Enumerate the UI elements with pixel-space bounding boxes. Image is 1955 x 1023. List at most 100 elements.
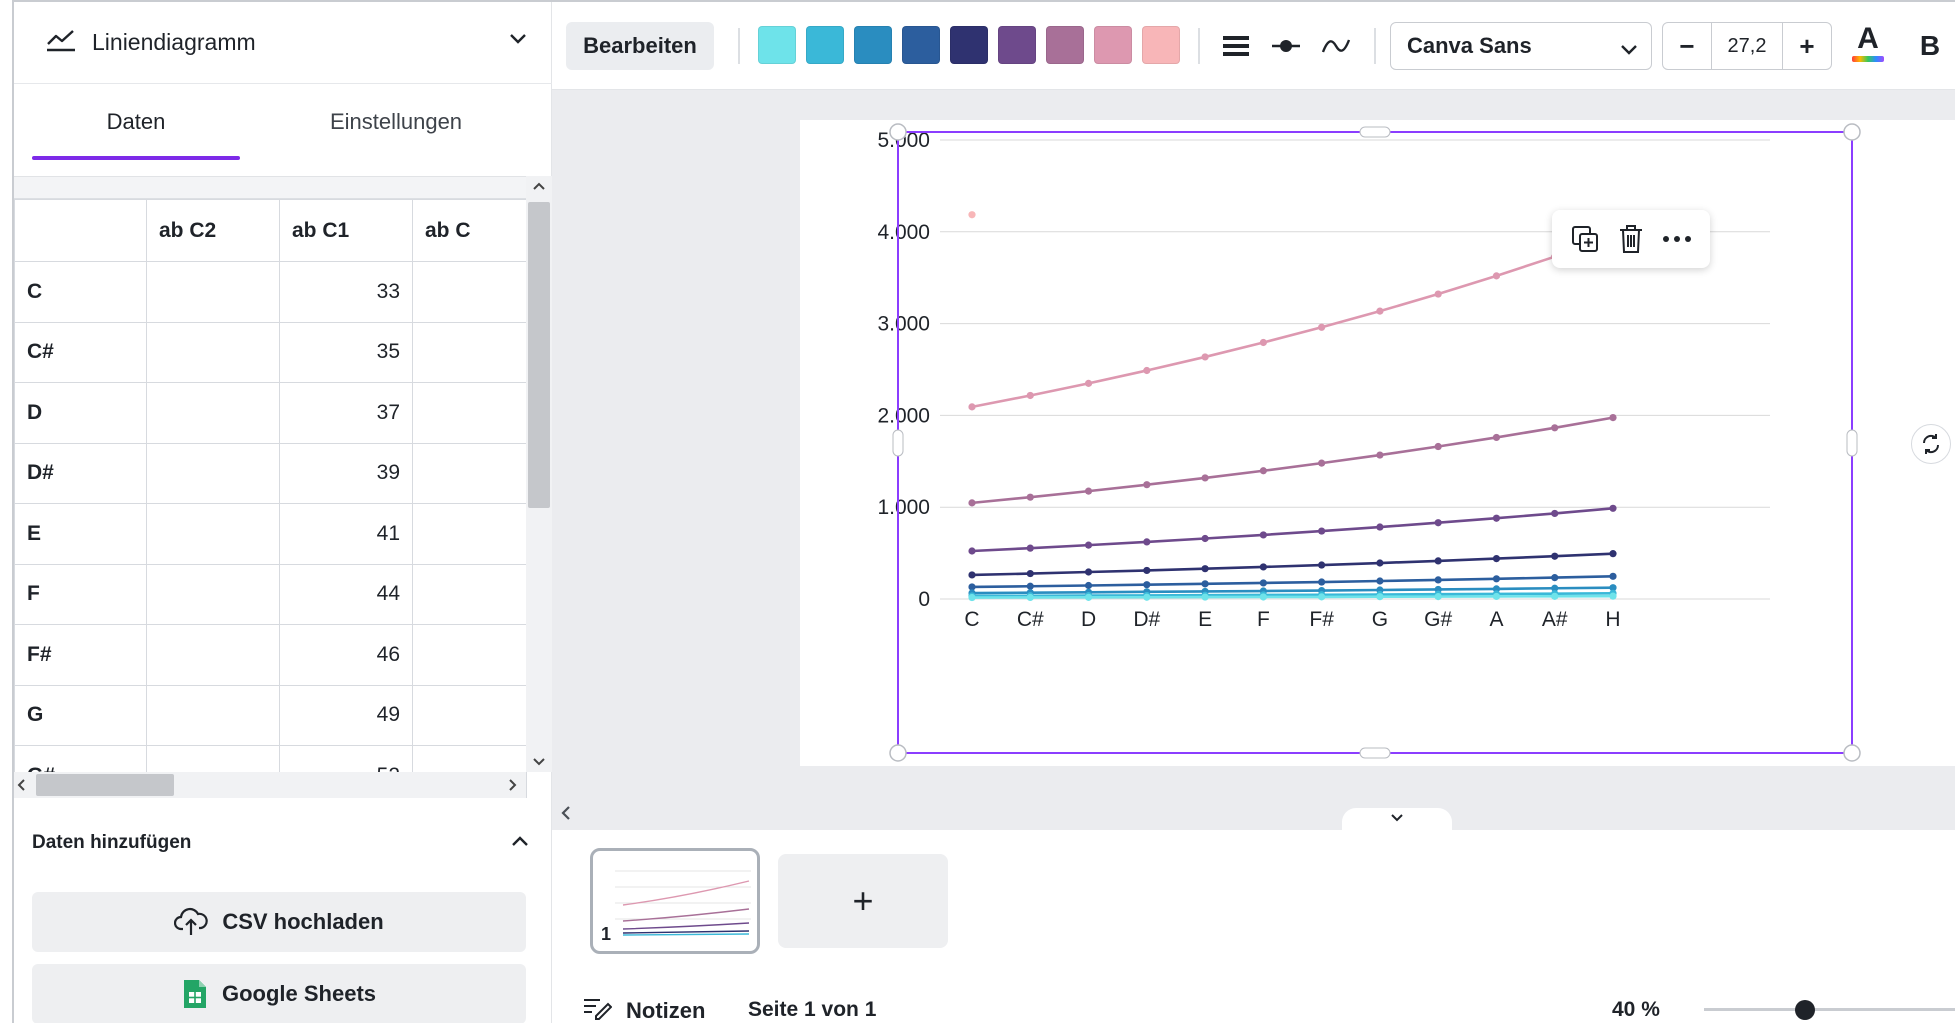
chevron-up-icon[interactable]: [532, 178, 546, 194]
table-cell[interactable]: [412, 563, 527, 625]
table-cell[interactable]: [146, 321, 280, 383]
table-cell[interactable]: [412, 624, 527, 686]
horizontal-scroll-thumb[interactable]: [36, 774, 174, 796]
table-cell[interactable]: [146, 503, 280, 565]
data-point: [1551, 574, 1559, 582]
rotate-icon[interactable]: [1911, 424, 1951, 464]
color-swatch[interactable]: [1046, 26, 1084, 64]
data-point: [968, 211, 976, 219]
table-cell[interactable]: 37: [279, 382, 413, 444]
data-point: [1259, 593, 1267, 601]
color-swatch[interactable]: [902, 26, 940, 64]
table-cell[interactable]: [412, 261, 527, 323]
edit-button[interactable]: Bearbeiten: [566, 22, 714, 70]
vertical-scrollbar[interactable]: [526, 176, 552, 772]
x-tick-label: D: [1081, 608, 1096, 631]
data-point: [1201, 565, 1209, 573]
row-label-cell[interactable]: C: [14, 261, 147, 323]
smooth-line-icon[interactable]: [1316, 26, 1356, 66]
table-cell[interactable]: [412, 684, 527, 746]
table-cell[interactable]: [412, 382, 527, 444]
chevron-right-icon[interactable]: [508, 778, 518, 797]
color-swatch[interactable]: [950, 26, 988, 64]
line-chart[interactable]: 01.0002.0003.0004.0005.000C C# D D# E F F# G G# A…: [800, 120, 1955, 766]
color-swatch[interactable]: [806, 26, 844, 64]
data-point: [1084, 568, 1093, 576]
table-cell[interactable]: 44: [279, 563, 413, 625]
data-point: [1551, 424, 1559, 432]
trash-icon[interactable]: [1611, 219, 1651, 259]
column-header[interactable]: ab C: [412, 199, 527, 262]
text-color-button[interactable]: A: [1848, 22, 1888, 70]
data-point: [1318, 578, 1326, 586]
tab-daten[interactable]: Daten: [32, 84, 240, 160]
table-cell[interactable]: [412, 442, 527, 504]
data-point: [1143, 538, 1151, 546]
font-size-increase-button[interactable]: +: [1783, 23, 1831, 69]
chevron-down-icon[interactable]: [532, 754, 546, 770]
color-swatch[interactable]: [1094, 26, 1132, 64]
tab-einstellungen[interactable]: Einstellungen: [278, 84, 514, 160]
table-cell[interactable]: 49: [279, 684, 413, 746]
table-cell[interactable]: [146, 563, 280, 625]
row-label-cell[interactable]: D: [14, 382, 147, 444]
data-point: [1492, 575, 1501, 583]
row-label-cell[interactable]: F#: [14, 624, 147, 686]
table-cell[interactable]: 35: [279, 321, 413, 383]
row-label-cell[interactable]: C#: [14, 321, 147, 383]
resize-handle: [1359, 747, 1391, 759]
vertical-scroll-thumb[interactable]: [528, 202, 550, 508]
zoom-slider-handle[interactable]: [1795, 1000, 1816, 1020]
data-point: [1143, 581, 1151, 589]
chevron-up-icon[interactable]: [510, 834, 530, 853]
row-label-cell[interactable]: E: [14, 503, 147, 565]
point-marker-icon[interactable]: [1266, 26, 1306, 66]
bold-button[interactable]: B: [1912, 24, 1948, 68]
zoom-slider[interactable]: [1704, 1008, 1955, 1011]
table-cell[interactable]: 39: [279, 442, 413, 504]
csv-upload-button[interactable]: CSV hochladen: [32, 892, 526, 952]
table-cell[interactable]: [412, 503, 527, 565]
chevron-left-icon[interactable]: [560, 802, 572, 828]
table-cell[interactable]: 46: [279, 624, 413, 686]
add-page-button[interactable]: +: [778, 854, 948, 948]
column-header[interactable]: ab C1: [279, 199, 413, 262]
table-cell[interactable]: 33: [279, 261, 413, 323]
collapse-pages-button[interactable]: [1342, 808, 1452, 830]
table-header-row: ab C2 ab C1 ab C: [14, 199, 527, 262]
line-weight-icon[interactable]: [1216, 26, 1256, 66]
more-icon[interactable]: [1657, 219, 1697, 259]
duplicate-icon[interactable]: [1565, 219, 1605, 259]
design-page[interactable]: 0 1.000 2.000 3.000 4.000 5.000 C C# D D# E F F# G G# A…: [800, 120, 1955, 766]
data-point: [1259, 467, 1267, 475]
color-swatch[interactable]: [758, 26, 796, 64]
panel-tabs: Daten Einstellungen: [14, 84, 552, 160]
zoom-value[interactable]: 40 %: [1612, 998, 1660, 1022]
font-family-select[interactable]: Canva Sans: [1390, 22, 1652, 70]
data-point: [1492, 433, 1501, 442]
table-cell[interactable]: [146, 684, 280, 746]
chevron-left-icon[interactable]: [16, 778, 26, 797]
chart-type-select[interactable]: Liniendiagramm: [14, 2, 552, 84]
google-sheets-button[interactable]: Google Sheets: [32, 964, 526, 1023]
table-corner-cell[interactable]: [14, 199, 147, 262]
notes-button[interactable]: Notizen: [582, 996, 705, 1023]
page-thumbnail[interactable]: 1: [590, 848, 760, 954]
column-header[interactable]: ab C2: [146, 199, 280, 262]
table-cell[interactable]: [146, 382, 280, 444]
table-cell[interactable]: [146, 442, 280, 504]
font-size-decrease-button[interactable]: −: [1663, 23, 1711, 69]
color-swatch[interactable]: [1142, 26, 1180, 64]
row-label-cell[interactable]: F: [14, 563, 147, 625]
data-point: [1084, 541, 1093, 549]
table-cell[interactable]: [146, 261, 280, 323]
font-size-input[interactable]: 27,2: [1711, 23, 1783, 69]
row-label-cell[interactable]: G: [14, 684, 147, 746]
table-cell[interactable]: [146, 624, 280, 686]
color-swatch[interactable]: [854, 26, 892, 64]
color-swatch[interactable]: [998, 26, 1036, 64]
table-cell[interactable]: [412, 321, 527, 383]
horizontal-scrollbar[interactable]: [14, 772, 526, 798]
row-label-cell[interactable]: D#: [14, 442, 147, 504]
table-cell[interactable]: 41: [279, 503, 413, 565]
